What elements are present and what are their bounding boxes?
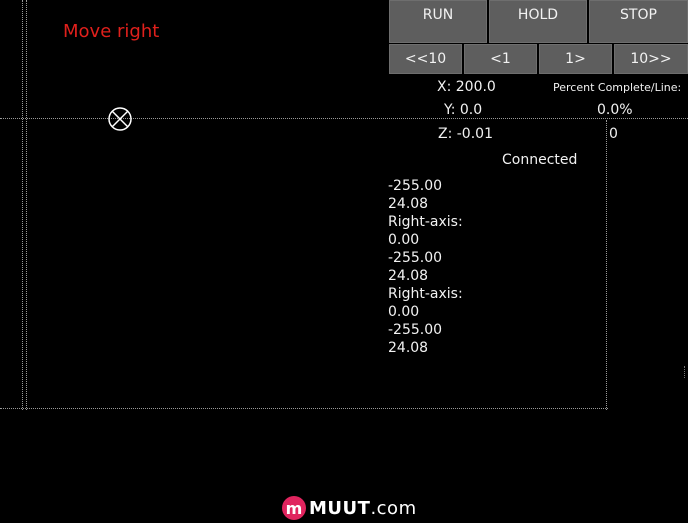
hold-button[interactable]: HOLD [489,0,587,43]
jog-back-1-button[interactable]: <1 [464,44,537,74]
edge-marker [684,366,688,378]
muut-watermark: m MUUT.com [282,495,417,521]
workspace-guide-left-inner [26,0,27,410]
connection-status: Connected [502,152,578,168]
log-line: -255.00 [388,322,443,338]
log-line: Right-axis: [388,214,463,230]
stop-button[interactable]: STOP [589,0,688,43]
workspace-guide-right [606,120,607,410]
log-line: 24.08 [388,340,429,356]
console-log: -255.00 24.08 Right-axis: 0.00 -255.00 2… [388,177,463,357]
jog-back-10-button[interactable]: <<10 [389,44,462,74]
log-line: 0.00 [388,232,420,248]
muut-logo-icon: m [282,496,306,520]
jog-forward-10-button[interactable]: 10>> [614,44,688,74]
y-position-readout: Y: 0.0 [444,102,483,118]
crosshair-icon [108,107,132,131]
workspace-guide-left-outer [22,0,23,410]
current-line: 0 [609,126,618,142]
jog-forward-1-button[interactable]: 1> [539,44,612,74]
log-line: -255.00 [388,178,443,194]
run-button[interactable]: RUN [389,0,487,43]
percent-complete: 0.0% [597,102,633,118]
cnc-control-screen: Move right RUN HOLD STOP <<10 <1 1> 10>>… [0,0,688,523]
workspace-guide-bottom [0,408,608,409]
workspace-guide-top [0,118,688,119]
log-line: Right-axis: [388,286,463,302]
z-position-readout: Z: -0.01 [438,126,493,142]
muut-logo-text: MUUT.com [309,498,417,519]
watermark-brand: MUUT [309,497,371,519]
watermark-domain: .com [370,497,417,519]
log-line: 24.08 [388,268,429,284]
log-line: 24.08 [388,196,429,212]
x-position-readout: X: 200.0 [437,79,496,95]
status-message: Move right [63,21,160,42]
progress-title: Percent Complete/Line: [553,81,682,94]
log-line: 0.00 [388,304,420,320]
log-line: -255.00 [388,250,443,266]
